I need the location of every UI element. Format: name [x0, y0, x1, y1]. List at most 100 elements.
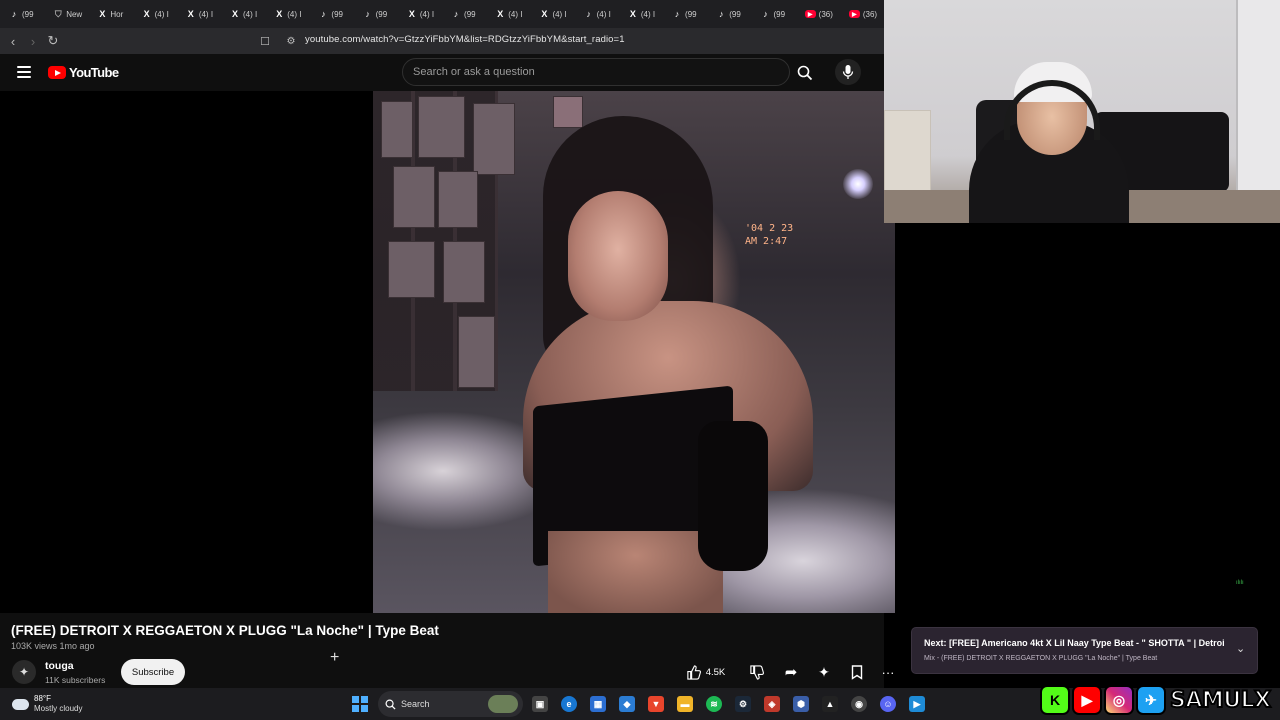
windows-start-icon[interactable] [352, 696, 368, 712]
app-icon[interactable]: ⬢ [793, 696, 809, 712]
search-icon [385, 699, 396, 710]
mouse-cursor: + [330, 649, 340, 666]
app-icon[interactable]: ▶ [909, 696, 925, 712]
poster [553, 96, 583, 128]
browser-tab[interactable]: X (4) I [398, 0, 442, 28]
tiktok-icon: ♪ [453, 9, 459, 19]
chevron-down-icon[interactable]: ⌄ [1236, 642, 1245, 655]
browser-tab[interactable]: ▶ (36) [840, 0, 884, 28]
browser-tab-label: (99 [729, 9, 741, 19]
browser-tab[interactable]: ♪ (4) I [575, 0, 619, 28]
instagram-icon: ◎ [1104, 685, 1134, 715]
browser-tab-label: (99 [331, 9, 343, 19]
browser-tab[interactable]: ♪ (99 [663, 0, 707, 28]
browser-tab[interactable]: X Hor [88, 0, 132, 28]
tiktok-icon: ♪ [11, 9, 17, 19]
browser-tab-label: New [66, 9, 83, 19]
browser-tab[interactable]: X (4) I [133, 0, 177, 28]
browser-tab[interactable]: ♪ (99 [354, 0, 398, 28]
browser-tab-label: (36) [862, 9, 878, 19]
channel-name[interactable]: touga [45, 660, 74, 672]
obs-icon[interactable]: ◉ [851, 696, 867, 712]
edge-icon[interactable]: e [561, 696, 577, 712]
store-icon[interactable]: ▦ [590, 696, 606, 712]
search-highlight-image [488, 695, 518, 713]
poster [473, 103, 515, 175]
subject-handbag [698, 421, 768, 571]
subject-face [568, 191, 668, 321]
more-options-icon[interactable]: ··· [877, 661, 899, 683]
browser-tab[interactable]: ⛉ New [44, 0, 88, 28]
webcam-door [1236, 0, 1280, 200]
subscribe-button[interactable]: Subscribe [121, 659, 185, 685]
lamp-light [843, 169, 873, 199]
small-watermark: ılılı [1236, 580, 1244, 586]
youtube-icon: ▶ [1072, 685, 1102, 715]
webcam-overlay [884, 0, 1280, 223]
browser-tab[interactable]: X (4) I [486, 0, 530, 28]
url-field[interactable]: youtube.com/watch?v=GtzzYiFbbYM&list=RDG… [305, 34, 625, 45]
browser-tab[interactable]: X (4) I [221, 0, 265, 28]
browser-tab[interactable]: ♪ (99 [442, 0, 486, 28]
browser-tab-label: (99 [22, 9, 34, 19]
steam-icon[interactable]: ⚙ [735, 696, 751, 712]
weather-widget[interactable]: 88°F Mostly cloudy [12, 694, 82, 714]
tiktok-icon: ♪ [321, 9, 326, 19]
browser-tab-label: (4) I [243, 9, 258, 19]
tiktok-icon: ♪ [586, 9, 591, 19]
browser-tab[interactable]: ♪ (99 [707, 0, 751, 28]
browser-tab-label: (4) I [287, 9, 302, 19]
youtube-logo[interactable]: YouTube [48, 65, 119, 80]
forward-arrow-icon[interactable]: › [25, 33, 41, 49]
shield-app-icon[interactable]: ◈ [764, 696, 780, 712]
share-icon[interactable]: ➦ [780, 661, 802, 683]
social-overlay: K ▶ ◎ ✈ SAMULX [1040, 683, 1272, 717]
video-player[interactable]: '04 2 23 AM 2:47 [373, 91, 895, 613]
like-button[interactable]: 4.5K [683, 661, 728, 683]
save-icon[interactable] [846, 661, 868, 683]
poster [388, 241, 435, 298]
site-info-icon[interactable]: ⚙ [283, 33, 299, 49]
browser-tab[interactable]: X (4) I [619, 0, 663, 28]
browser-tab[interactable]: ♪ (99 [309, 0, 353, 28]
back-arrow-icon[interactable]: ‹ [5, 33, 21, 49]
dislike-button[interactable] [745, 661, 767, 683]
discord-icon[interactable]: ☺ [880, 696, 896, 712]
reload-icon[interactable]: ↻ [45, 33, 61, 49]
x-logo-icon: X [187, 9, 194, 19]
x-logo-icon: X [99, 9, 106, 19]
bookmark-icon[interactable]: ☐ [257, 33, 273, 49]
video-info: (FREE) DETROIT X REGGAETON X PLUGG "La N… [0, 613, 895, 688]
menu-icon[interactable] [17, 66, 31, 78]
browser-tab[interactable]: X (4) I [530, 0, 574, 28]
browser-tab-label: (4) I [198, 9, 214, 19]
browser-tab[interactable]: X (4) I [177, 0, 221, 28]
photo-date-stamp-time: AM 2:47 [745, 236, 788, 247]
spotify-icon[interactable]: ≋ [706, 696, 722, 712]
search-placeholder: Search or ask a question [413, 66, 535, 78]
taskbar-search[interactable]: Search [378, 691, 523, 717]
taskbar-search-label: Search [401, 699, 430, 709]
browser-tab[interactable]: X (4) I [265, 0, 309, 28]
subject-midriff [548, 531, 723, 613]
next-up-card[interactable]: Next: [FREE] Americano 4kt X Lil Naay Ty… [912, 628, 1257, 673]
browser-tab[interactable]: ♪ (99 [0, 0, 44, 28]
x-logo-icon: X [143, 9, 150, 19]
like-count: 4.5K [705, 666, 726, 678]
tiktok-icon: ♪ [763, 9, 768, 19]
file-explorer-icon[interactable]: ▬ [677, 696, 693, 712]
x-logo-icon: X [276, 9, 283, 19]
search-input[interactable]: Search or ask a question [402, 58, 790, 86]
browser-tab-label: (99 [773, 9, 786, 19]
app-icon[interactable]: ◆ [619, 696, 635, 712]
channel-avatar[interactable]: ✦ [12, 660, 36, 684]
brave-icon[interactable]: ▼ [648, 696, 664, 712]
search-icon[interactable] [793, 61, 817, 85]
ask-sparkle-icon[interactable]: ✦ [813, 661, 835, 683]
task-view-icon[interactable]: ▣ [532, 696, 548, 712]
microphone-icon[interactable] [835, 59, 861, 85]
browser-tab[interactable]: ♪ (99 [751, 0, 795, 28]
app-icon[interactable]: ▲ [822, 696, 838, 712]
browser-tab-strip: ♪ (99 ⛉ New X Hor X (4) I X (4) I X (4) I X (4) I ♪ (99… [0, 0, 884, 28]
browser-tab[interactable]: ▶ (36) [796, 0, 840, 28]
